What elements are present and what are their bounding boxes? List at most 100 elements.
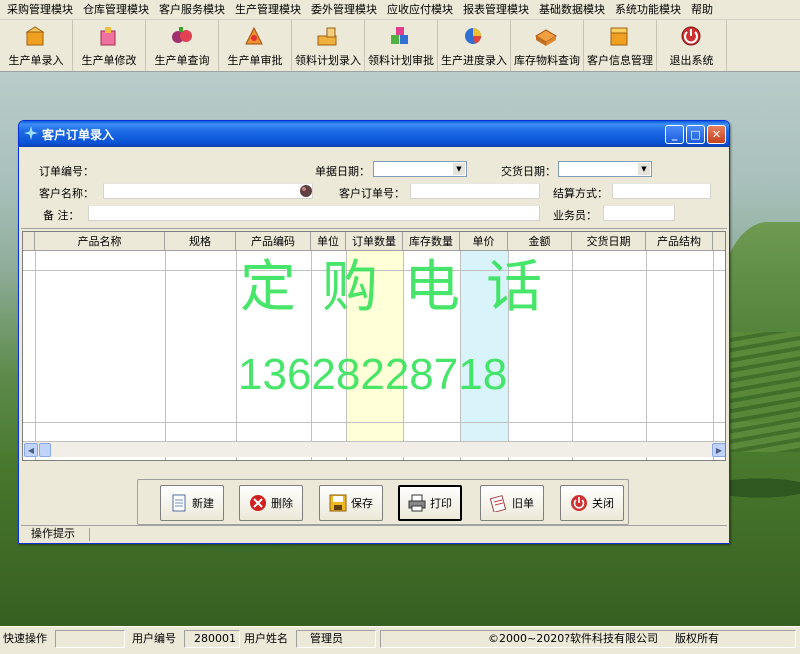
progress-chart-icon <box>460 23 488 49</box>
box-edit-icon <box>95 23 123 49</box>
scroll-left-button[interactable]: ◀ <box>24 443 38 457</box>
toolbar-label: 退出系统 <box>669 54 714 67</box>
grid-row-line <box>23 422 725 423</box>
toolbar-production-entry-button[interactable]: 生产单录入 <box>0 20 73 71</box>
status-panel <box>55 630 125 648</box>
delivery-date-combo[interactable]: ▼ <box>558 161 652 177</box>
customer-icon <box>606 23 634 49</box>
customer-order-dialog: 客户订单录入 _ □ ✕ 订单编号： 单据日期： ▼ 交货日期： ▼ 客户名称：… <box>18 120 730 544</box>
scroll-right-button[interactable]: ▶ <box>712 443 725 457</box>
watermark-order-phone-title: 定购电话 <box>240 255 568 320</box>
menu-purchase[interactable]: 采购管理模块 <box>2 0 78 20</box>
toolbar-production-approve-button[interactable]: 生产单审批 <box>219 20 292 71</box>
old-document-icon <box>490 494 508 512</box>
hint-divider <box>89 528 90 541</box>
material-add-icon <box>314 23 342 49</box>
maximize-button[interactable]: □ <box>686 124 705 144</box>
remark-input[interactable] <box>88 205 540 221</box>
doc-date-label: 单据日期： <box>315 165 370 178</box>
inventory-icon <box>533 23 561 49</box>
user-name-label: 用户姓名 <box>244 632 288 645</box>
toolbar-label: 生产单修改 <box>81 54 137 67</box>
action-button-bar: 新建 删除 保存 打印 旧单 关闭 <box>137 479 629 525</box>
remark-label: 备 注： <box>43 209 80 222</box>
toolbar-label: 生产进度录入 <box>441 54 507 67</box>
company-name: 软件科技有限公司 <box>570 632 658 645</box>
minimize-button[interactable]: _ <box>665 124 684 144</box>
toolbar-label: 生产单审批 <box>227 54 283 67</box>
quick-ops-label[interactable]: 快速操作 <box>3 630 47 648</box>
menu-production[interactable]: 生产管理模块 <box>230 0 306 20</box>
settle-method-label: 结算方式： <box>553 187 608 200</box>
salesman-input[interactable] <box>603 205 675 221</box>
toolbar-exit-button[interactable]: 退出系统 <box>657 20 727 71</box>
menu-help[interactable]: 帮助 <box>686 0 718 20</box>
toolbar: 生产单录入 生产单修改 生产单查询 生产单审批 领料计划录入 领料计划审批 生产… <box>0 20 800 72</box>
print-button-label: 打印 <box>430 497 452 510</box>
user-no-value: 280001 <box>194 632 236 645</box>
chevron-left-icon: ◀ <box>27 445 35 455</box>
close-window-button[interactable]: ✕ <box>707 124 726 144</box>
customer-lookup-icon[interactable] <box>299 184 313 201</box>
col-header[interactable]: 规格 <box>165 232 236 251</box>
close-button[interactable]: 关闭 <box>560 485 624 521</box>
menu-basic-data[interactable]: 基础数据模块 <box>534 0 610 20</box>
delete-button[interactable]: 删除 <box>239 485 303 521</box>
col-header[interactable]: 交货日期 <box>572 232 646 251</box>
toolbar-label: 生产单录入 <box>8 54 64 67</box>
delete-icon <box>249 494 267 512</box>
doc-date-combo[interactable]: ▼ <box>373 161 467 177</box>
chevron-down-icon: ▼ <box>453 163 465 175</box>
menu-customer-service[interactable]: 客户服务模块 <box>154 0 230 20</box>
toolbar-material-plan-approve-button[interactable]: 领料计划审批 <box>365 20 438 71</box>
toolbar-production-query-button[interactable]: 生产单查询 <box>146 20 219 71</box>
menu-outsourcing[interactable]: 委外管理模块 <box>306 0 382 20</box>
col-header-filler <box>713 232 725 251</box>
salesman-label: 业务员： <box>553 209 597 222</box>
toolbar-label: 生产单查询 <box>154 54 210 67</box>
old-order-button[interactable]: 旧单 <box>480 485 544 521</box>
menu-reports[interactable]: 报表管理模块 <box>458 0 534 20</box>
toolbar-material-plan-entry-button[interactable]: 领料计划录入 <box>292 20 365 71</box>
printer-icon <box>408 494 426 512</box>
toolbar-progress-entry-button[interactable]: 生产进度录入 <box>438 20 511 71</box>
order-form: 订单编号： 单据日期： ▼ 交货日期： ▼ 客户名称： 客户订单号： 结算方式：… <box>21 147 727 229</box>
approve-icon <box>241 23 269 49</box>
operation-hint-label: 操作提示 <box>31 527 75 540</box>
maximize-icon: □ <box>690 127 701 141</box>
save-icon <box>329 494 347 512</box>
settle-method-input[interactable] <box>612 183 711 199</box>
new-document-icon <box>170 494 188 512</box>
grid-line <box>165 251 166 460</box>
customer-order-no-input[interactable] <box>410 183 540 199</box>
grid-line <box>572 251 573 460</box>
toolbar-production-edit-button[interactable]: 生产单修改 <box>73 20 146 71</box>
customer-name-input[interactable] <box>103 183 313 199</box>
copyright-text: ©2000~2020? <box>488 632 571 645</box>
save-button[interactable]: 保存 <box>319 485 383 521</box>
dialog-titlebar[interactable]: 客户订单录入 _ □ ✕ <box>19 121 729 147</box>
save-button-label: 保存 <box>351 497 373 510</box>
new-button[interactable]: 新建 <box>160 485 224 521</box>
print-button[interactable]: 打印 <box>398 485 462 521</box>
menu-system[interactable]: 系统功能模块 <box>610 0 686 20</box>
toolbar-customer-info-button[interactable]: 客户信息管理 <box>584 20 657 71</box>
menu-bar: 采购管理模块 仓库管理模块 客户服务模块 生产管理模块 委外管理模块 应收应付模… <box>0 0 800 20</box>
horizontal-scrollbar[interactable]: ◀ ▶ <box>23 441 725 457</box>
new-button-label: 新建 <box>192 497 214 510</box>
col-header[interactable]: 产品名称 <box>35 232 165 251</box>
scroll-thumb[interactable] <box>39 443 51 457</box>
app-star-icon <box>24 125 38 143</box>
col-header[interactable]: 产品结构 <box>646 232 713 251</box>
old-order-button-label: 旧单 <box>512 497 534 510</box>
toolbar-inventory-query-button[interactable]: 库存物料查询 <box>511 20 584 71</box>
menu-receivable-payable[interactable]: 应收应付模块 <box>382 0 458 20</box>
user-name-value: 管理员 <box>310 632 343 645</box>
menu-warehouse[interactable]: 仓库管理模块 <box>78 0 154 20</box>
close-button-label: 关闭 <box>592 497 614 510</box>
minimize-icon: _ <box>671 127 678 141</box>
rights-text: 版权所有 <box>675 632 719 645</box>
material-approve-icon <box>387 23 415 49</box>
toolbar-label: 领料计划审批 <box>368 54 434 67</box>
chevron-down-icon: ▼ <box>638 163 650 175</box>
